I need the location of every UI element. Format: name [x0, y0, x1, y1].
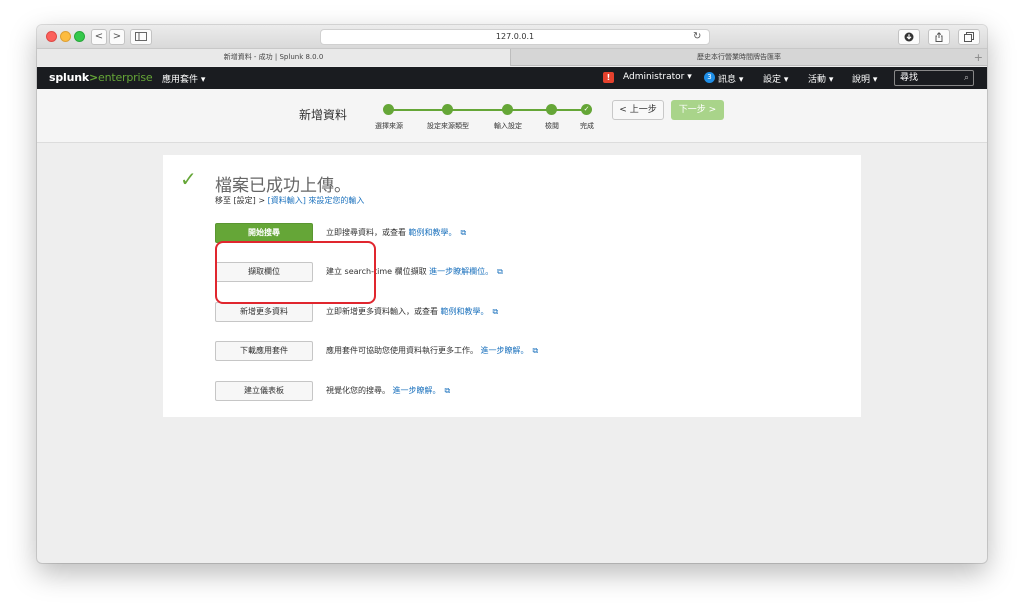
build-dashboard-button[interactable]: 建立儀表板: [215, 381, 313, 401]
success-sub-suffix[interactable]: 來設定您的輸入: [306, 196, 364, 205]
splunk-nav-bar: splunk>enterprise 應用套件 ▾ ! Administrator…: [37, 67, 987, 89]
check-icon: ✓: [180, 167, 197, 191]
zoom-window-button[interactable]: [74, 31, 85, 42]
next-step-button[interactable]: 下一步 >: [671, 100, 724, 120]
step-dot-4: [546, 104, 557, 115]
search-icon: ⌕: [963, 73, 969, 83]
browser-window: < > 127.0.0.1 ↻ 新增資料 - 成功 | Splunk 8.0.0…: [37, 25, 987, 563]
sidebar-icon: [135, 32, 147, 41]
downloads-button[interactable]: [898, 29, 920, 45]
success-title: 檔案已成功上傳。: [215, 176, 351, 196]
external-link-icon: ⧉: [444, 386, 451, 395]
admin-menu[interactable]: Administrator ▾: [623, 72, 692, 82]
help-menu[interactable]: 說明 ▾: [852, 72, 877, 85]
action-desc-text: 立即新增更多資料輸入，或查看: [326, 307, 441, 316]
step-check-icon: ✓: [581, 104, 592, 115]
action-desc: 立即搜尋資料，或查看 範例和教學。 ⧉: [326, 227, 466, 238]
new-tab-button[interactable]: +: [974, 49, 983, 66]
tab-exchange-rate[interactable]: 歷史本行營業時間牌告匯率: [511, 49, 967, 66]
reload-icon[interactable]: ↻: [693, 29, 701, 45]
highlight-annotation: [215, 241, 376, 304]
action-row-download-apps: 下載應用套件 應用套件可協助您使用資料執行更多工作。 進一步瞭解。 ⧉: [215, 341, 855, 361]
step-label-4: 檢閱: [545, 122, 559, 130]
action-desc: 視覺化您的搜尋。 進一步瞭解。 ⧉: [326, 385, 450, 396]
external-link-icon: ⧉: [497, 267, 503, 276]
splunk-logo[interactable]: splunk>enterprise: [49, 71, 153, 84]
action-desc-text: 立即搜尋資料，或查看: [326, 228, 409, 237]
step-label-2: 設定來源類型: [427, 122, 469, 130]
external-link-icon: ⧉: [460, 228, 467, 237]
share-button[interactable]: [928, 29, 950, 45]
address-bar[interactable]: 127.0.0.1: [320, 29, 710, 45]
search-input[interactable]: 尋找 ⌕: [894, 70, 974, 86]
success-subtitle: 移至 [設定] > [資料輸入] 來設定您的輸入: [215, 195, 364, 206]
messages-menu[interactable]: 訊息 ▾: [718, 72, 743, 85]
success-sub-prefix: 移至 [設定] >: [215, 196, 268, 205]
examples-tutorials-link[interactable]: 範例和教學。: [409, 228, 457, 237]
settings-menu[interactable]: 設定 ▾: [763, 72, 788, 85]
page-title: 新增資料: [299, 108, 348, 122]
action-desc: 應用套件可協助您使用資料執行更多工作。 進一步瞭解。 ⧉: [326, 345, 538, 356]
tabs-icon: [964, 32, 974, 42]
search-placeholder: 尋找: [900, 73, 919, 83]
message-count-badge: 3: [704, 72, 715, 83]
external-link-icon: ⧉: [492, 307, 499, 316]
sidebar-toggle-button[interactable]: [130, 29, 152, 45]
action-row-search: 開始搜尋 立即搜尋資料，或查看 範例和教學。 ⧉: [215, 223, 855, 243]
logo-gt-text: >: [88, 71, 99, 84]
action-desc-text: 視覺化您的搜尋。: [326, 386, 393, 395]
start-search-button[interactable]: 開始搜尋: [215, 223, 313, 243]
minimize-window-button[interactable]: [60, 31, 71, 42]
tab-add-data[interactable]: 新增資料 - 成功 | Splunk 8.0.0: [37, 49, 511, 66]
logo-splunk-text: splunk: [49, 71, 89, 84]
learn-more-fields-link[interactable]: 進一步瞭解欄位。: [429, 267, 493, 276]
action-desc: 立即新增更多資料輸入，或查看 範例和教學。 ⧉: [326, 306, 498, 317]
browser-toolbar: < > 127.0.0.1 ↻: [37, 25, 987, 49]
action-row-add-data: 新增更多資料 立即新增更多資料輸入，或查看 範例和教學。 ⧉: [215, 302, 855, 322]
action-desc-text: 應用套件可協助您使用資料執行更多工作。: [326, 346, 481, 355]
back-button[interactable]: <: [91, 29, 107, 45]
download-icon: [904, 32, 914, 42]
step-dot-3: [502, 104, 513, 115]
warning-icon[interactable]: !: [603, 72, 614, 83]
learn-more-link[interactable]: 進一步瞭解。: [393, 386, 441, 395]
learn-more-link[interactable]: 進一步瞭解。: [481, 346, 529, 355]
tab-bar: 新增資料 - 成功 | Splunk 8.0.0 歷史本行營業時間牌告匯率 +: [37, 49, 987, 66]
examples-tutorials-link[interactable]: 範例和教學。: [441, 307, 489, 316]
share-icon: [935, 32, 943, 42]
step-label-5: 完成: [580, 122, 594, 130]
logo-enterprise-text: enterprise: [98, 71, 153, 84]
step-label-3: 輸入設定: [494, 122, 522, 130]
step-dot-1: [383, 104, 394, 115]
wizard-header: 新增資料 ✓ 選擇來源 設定來源類型 輸入設定 檢閱 完成 < 上一步 下一步 …: [37, 89, 987, 143]
data-inputs-link[interactable]: [資料輸入]: [268, 196, 306, 205]
activity-menu[interactable]: 活動 ▾: [808, 72, 833, 85]
forward-button[interactable]: >: [109, 29, 125, 45]
step-dot-2: [442, 104, 453, 115]
step-label-1: 選擇來源: [375, 122, 403, 130]
apps-menu[interactable]: 應用套件 ▾: [162, 72, 205, 85]
add-more-data-button[interactable]: 新增更多資料: [215, 302, 313, 322]
previous-step-button[interactable]: < 上一步: [612, 100, 664, 120]
close-window-button[interactable]: [46, 31, 57, 42]
steps-progress-line: [389, 109, 587, 111]
external-link-icon: ⧉: [532, 346, 539, 355]
download-apps-button[interactable]: 下載應用套件: [215, 341, 313, 361]
tabs-overview-button[interactable]: [958, 29, 980, 45]
action-row-dashboard: 建立儀表板 視覺化您的搜尋。 進一步瞭解。 ⧉: [215, 381, 855, 401]
